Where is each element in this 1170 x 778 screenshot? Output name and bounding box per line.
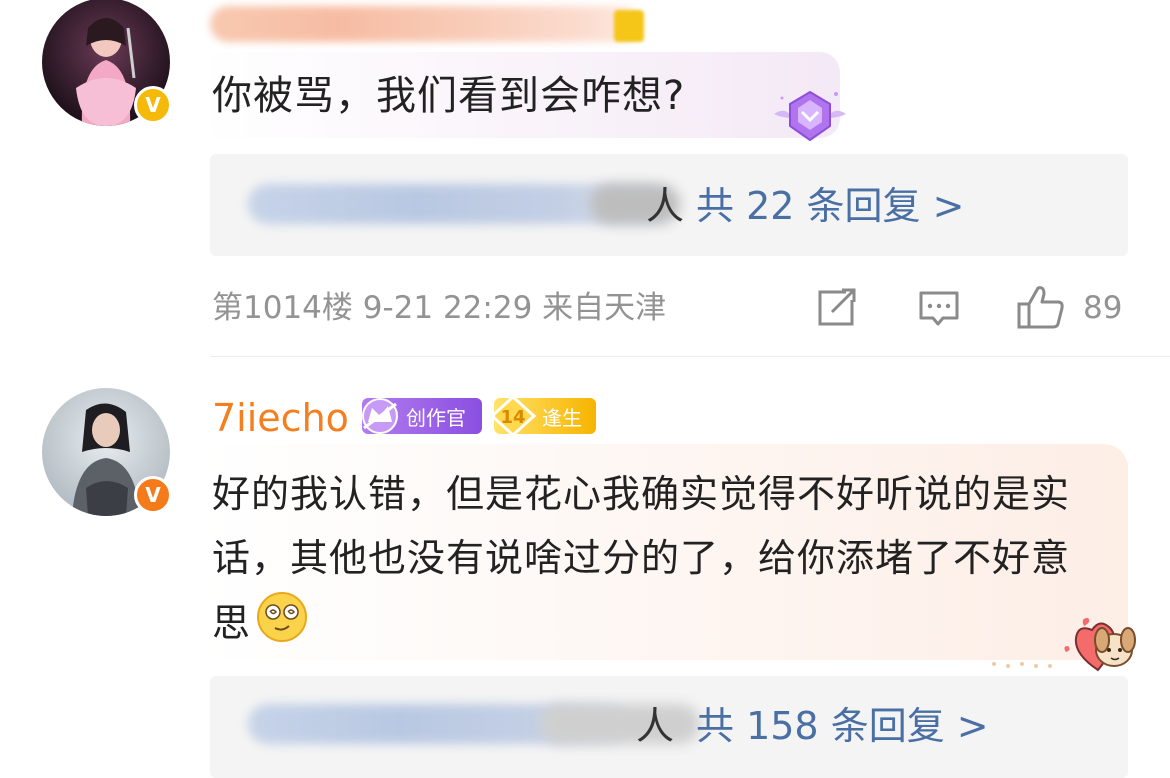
- verified-badge-icon: V: [134, 476, 172, 514]
- purple-gem-icon: [774, 90, 846, 142]
- fan-level-icon: 14: [490, 395, 536, 437]
- view-replies-link[interactable]: 共 22 条回复 >: [696, 184, 964, 228]
- username[interactable]: 7iiecho: [212, 396, 349, 440]
- avatar[interactable]: V: [42, 388, 172, 516]
- comment-icon[interactable]: [918, 290, 960, 328]
- avatar[interactable]: V: [42, 0, 172, 126]
- replies-preview-box[interactable]: 人 共 22 条回复 >: [210, 154, 1128, 256]
- creator-badge[interactable]: 创作官: [362, 398, 482, 434]
- comment-meta: 第1014楼 9-21 22:29 来自天津: [212, 290, 667, 326]
- share-icon[interactable]: [816, 288, 858, 328]
- reply-preview-tail-text: 人: [646, 184, 685, 228]
- reply-preview-blurred-tail: [540, 704, 700, 744]
- heart-dog-sticker-icon: [992, 618, 1136, 672]
- fan-level-badge[interactable]: 14 逢生: [490, 395, 596, 437]
- verified-badge-icon: V: [134, 86, 172, 124]
- reply-preview-tail-text: 人: [636, 704, 675, 748]
- username-blurred[interactable]: [210, 6, 640, 42]
- like-icon[interactable]: [1016, 284, 1066, 330]
- fan-level-number: 14: [500, 407, 525, 428]
- comment-text: 你被骂，我们看到会咋想?: [212, 73, 686, 119]
- creator-badge-label: 创作官: [406, 405, 466, 430]
- like-count: 89: [1083, 290, 1123, 326]
- comment-text-block: 好的我认错，但是花心我确实觉得不好听说的是实话，其他也没有说啥过分的了，给你添堵…: [212, 462, 1092, 655]
- fan-badge-label: 逢生: [542, 405, 582, 430]
- dizzy-face-emoji-icon: [257, 592, 308, 642]
- username-tag-blurred: [614, 10, 644, 42]
- comment-divider: [210, 356, 1170, 357]
- replies-preview-box[interactable]: 人 共 158 条回复 >: [210, 676, 1128, 778]
- creator-crown-icon: [362, 398, 398, 434]
- view-replies-link[interactable]: 共 158 条回复 >: [696, 704, 989, 748]
- comment-text: 好的我认错，但是花心我确实觉得不好听说的是实话，其他也没有说啥过分的了，给你添堵…: [212, 472, 1071, 645]
